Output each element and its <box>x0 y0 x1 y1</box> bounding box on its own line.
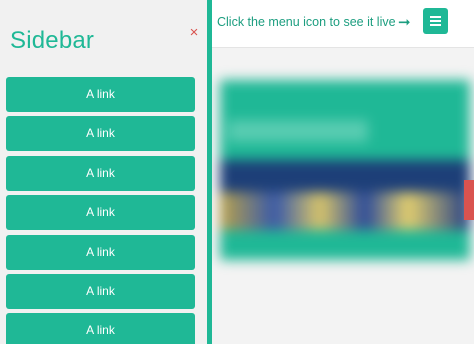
menu-bar <box>430 20 441 22</box>
preview-accent <box>464 180 474 220</box>
sidebar-link[interactable]: A link <box>6 77 195 112</box>
sidebar-link[interactable]: A link <box>6 234 195 270</box>
sidebar: Sidebar × A link A link A link A link A … <box>0 0 207 344</box>
sidebar-link[interactable]: A link <box>6 116 195 152</box>
close-icon[interactable]: × <box>186 24 202 42</box>
arrow-right-icon: ➞ <box>398 14 411 31</box>
preview-heading-block <box>228 120 368 142</box>
top-bar: Click the menu icon to see it live ➞ <box>212 0 474 48</box>
preview-band <box>220 160 470 192</box>
menu-bar <box>430 24 441 26</box>
sidebar-link-list: A link A link A link A link A link A lin… <box>6 77 195 344</box>
preview-banner-image <box>220 192 470 230</box>
preview-footer <box>220 230 470 260</box>
sidebar-link[interactable]: A link <box>6 313 195 344</box>
blurred-page-preview <box>220 80 470 260</box>
sidebar-link[interactable]: A link <box>6 273 195 309</box>
menu-bar <box>430 16 441 18</box>
hamburger-menu-icon[interactable] <box>423 8 448 34</box>
sidebar-link[interactable]: A link <box>6 195 195 231</box>
hint-text: Click the menu icon to see it live <box>217 15 396 29</box>
main-content: Click the menu icon to see it live ➞ <box>212 0 474 344</box>
sidebar-title: Sidebar <box>10 27 95 54</box>
sidebar-link[interactable]: A link <box>6 155 195 191</box>
